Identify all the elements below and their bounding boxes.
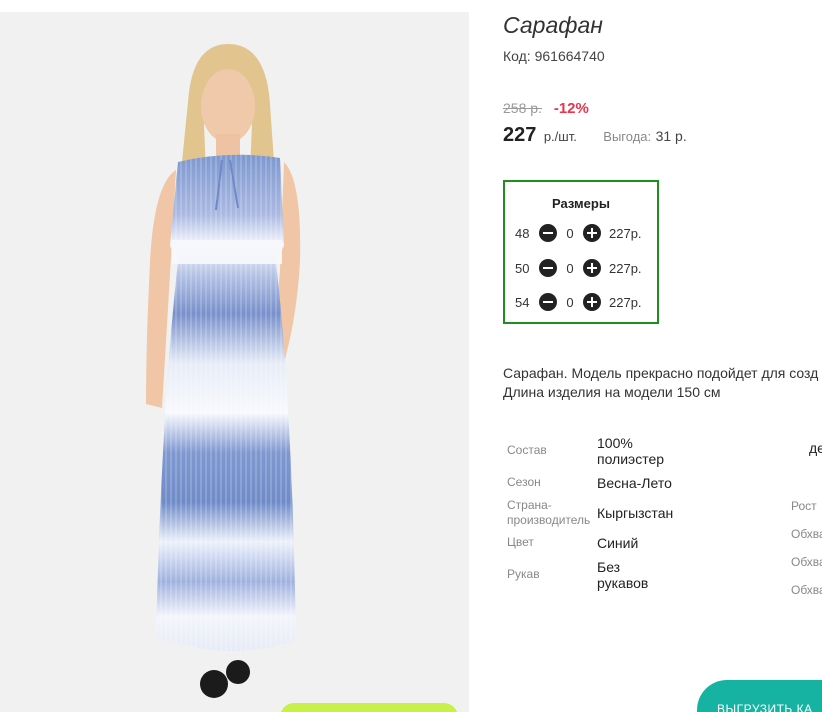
size-price: 227р. [609,225,642,241]
size-label: 54 [515,294,530,310]
size-price: 227р. [609,260,642,276]
spec-label-sleeve: Рукав [507,567,540,581]
quantity-value: 0 [566,225,574,241]
spec-value-color: Синий [597,535,639,551]
current-price: 227 [503,124,537,146]
description-line: Длина изделия на модели 150 см [503,384,721,400]
size-price: 227р. [609,294,642,310]
spec-label-season: Сезон [507,475,541,489]
spec-label-color: Цвет [507,535,534,549]
spec-value-sleeve: Без рукавов [597,559,648,591]
spec-label-composition: Состав [507,443,547,457]
increase-quantity-button[interactable] [583,259,601,277]
decrease-quantity-button[interactable] [539,259,557,277]
savings-label: Выгода: [603,129,652,144]
spec-label-height: Рост [791,499,817,513]
decrease-quantity-button[interactable] [539,224,557,242]
size-label: 50 [515,260,530,276]
decrease-quantity-button[interactable] [539,293,557,311]
increase-quantity-button[interactable] [583,293,601,311]
description-line: Сарафан. Модель прекрасно подойдет для с… [503,365,819,381]
spec-label-line: Страна- [507,498,552,512]
spec-label-girth: Обхва [791,527,822,541]
product-title: Сарафан [503,12,603,38]
product-description: Сарафан. Модель прекрасно подойдет для с… [503,364,818,402]
spec-label-line: производитель [507,513,591,527]
price-unit: р./шт. [543,129,577,144]
spec-value-season: Весна-Лето [597,475,672,491]
price-row: 227 р./шт. Выгода: 31 р. [503,124,687,147]
spec-value-line: рукавов [597,575,649,591]
old-price-row: 258 р. -12% [503,100,589,117]
product-code: Код: 961664740 [503,48,605,64]
discount-badge: -12% [553,100,589,117]
spec-label-girth: Обхва [791,555,822,569]
product-page: Сарафан Код: 961664740 258 р. -12% 227 р… [0,0,822,712]
spec-value-country: Кыргызстан [597,505,674,521]
size-row: 54 0 227р. [515,292,642,312]
quantity-value: 0 [566,260,574,276]
quantity-value: 0 [566,294,574,310]
spec-value-composition: 100% полиэстер [597,435,664,467]
size-row: 50 0 227р. [515,258,642,278]
size-row: 48 0 227р. [515,223,642,243]
size-label: 48 [515,225,530,241]
sizes-panel: Размеры 48 0 227р. 50 0 227р. 54 0 227р. [503,180,659,324]
spec-value-line: полиэстер [597,451,665,467]
product-image [0,12,469,712]
spec-label-girth: Обхва [791,583,822,597]
spec-header-cut: де [809,440,822,456]
product-photo [0,12,469,712]
add-to-cart-button[interactable] [280,703,458,712]
spec-value-line: Без [597,559,621,575]
increase-quantity-button[interactable] [583,224,601,242]
savings-value: 31 р. [655,128,687,144]
export-button[interactable]: выгрузить ка [697,680,822,712]
spec-value-line: 100% [597,435,633,451]
old-price: 258 р. [503,100,542,116]
spec-label-country: Страна- производитель [507,498,590,528]
sizes-title: Размеры [552,196,610,211]
